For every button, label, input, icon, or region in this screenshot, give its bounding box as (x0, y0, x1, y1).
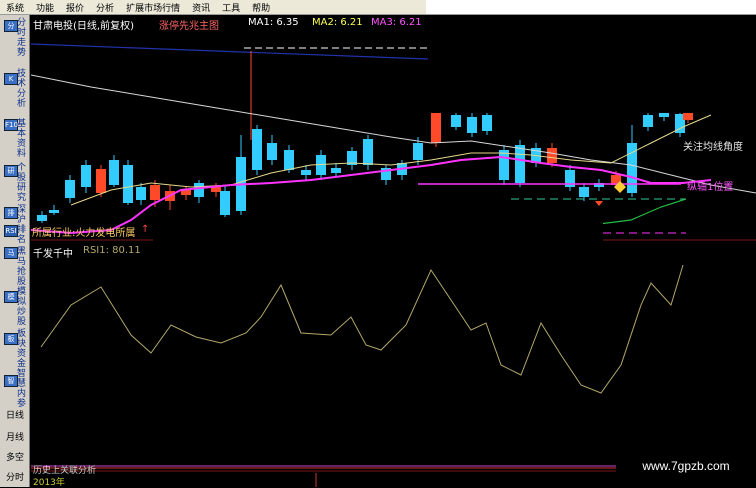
candle-40 (659, 113, 669, 117)
candle-35 (579, 187, 589, 197)
candle-5 (109, 160, 119, 185)
sector-funds-icon: 板 (4, 333, 18, 345)
menu-quote[interactable]: 报价 (60, 1, 90, 14)
darkhorse-icon: 马 (4, 247, 18, 259)
candle-15 (252, 129, 262, 170)
ma1-value: MA1: 6.35 (248, 17, 299, 28)
candle-17 (284, 150, 294, 170)
candle-1 (49, 210, 59, 213)
menu-bar: 系统 功能 报价 分析 扩展市场行情 资讯 工具 帮助 (0, 0, 756, 15)
masked-region-top-right (428, 15, 756, 113)
menu-analysis[interactable]: 分析 (90, 1, 120, 14)
menu-info[interactable]: 资讯 (186, 1, 216, 14)
industry-label: 所属行业:火力发电所属 (32, 228, 136, 239)
candle-3 (81, 165, 91, 187)
watch-ma-angle-note: 关注均线角度 (683, 142, 743, 153)
menu-tools[interactable]: 工具 (216, 1, 246, 14)
candle-31 (515, 145, 525, 183)
boost-arrow: ↑ (141, 224, 150, 235)
menu-help[interactable]: 帮助 (246, 1, 276, 14)
rsi-icon: RSI (4, 225, 18, 237)
research-icon: 研 (4, 165, 18, 177)
indicator-name[interactable]: 涨停先兆主图 (159, 17, 219, 32)
signal-triangle (595, 201, 603, 206)
menu-bar-blank (426, 0, 756, 14)
candle-7 (136, 187, 146, 200)
menu-system[interactable]: 系统 (0, 1, 30, 14)
candle-28 (467, 117, 477, 133)
date-axis-label: 2013年 (33, 478, 65, 488)
menu-extended-market[interactable]: 扩展市场行情 (120, 1, 186, 14)
ma3-value: MA3: 6.21 (371, 17, 422, 28)
candle-25 (413, 143, 423, 160)
candle-4 (96, 169, 106, 193)
menu-function[interactable]: 功能 (30, 1, 60, 14)
candle-0 (37, 215, 47, 221)
sidebar-item-daily[interactable]: 日线 (2, 411, 28, 421)
candle-39 (643, 115, 653, 127)
fundamentals-icon: F10 (4, 119, 18, 131)
candle-16 (267, 143, 277, 160)
candle-6 (123, 165, 133, 203)
candle-29 (482, 115, 492, 131)
technical-icon: K (4, 73, 18, 85)
pivot-position-note: 纵轴1位置 (687, 182, 734, 193)
candle-13 (220, 191, 230, 215)
candle-2 (65, 180, 75, 198)
candle-8 (150, 185, 160, 200)
sidebar: 分 分时走势 K 技术分析 F10 基本资料 研 个股研究 排 深沪排名 RSI… (0, 15, 30, 487)
candle-27 (451, 115, 461, 127)
rsi-line (40, 264, 684, 394)
ranking-icon: 排 (4, 207, 18, 219)
chart-area: 甘肃电投(日线,前复权) 涨停先兆主图 MA1: 6.35 MA2: 6.21 … (31, 15, 756, 488)
candle-22 (363, 139, 373, 165)
sub-indicator-name[interactable]: 千发千中 (33, 245, 73, 260)
ma2-value: MA2: 6.21 (312, 17, 363, 28)
insight-icon: 智 (4, 375, 18, 387)
candle-26 (431, 113, 441, 143)
long-ma-line (31, 43, 429, 60)
candle-30 (499, 150, 509, 180)
rsi-value: RSI1: 80.11 (83, 245, 141, 256)
candle-20 (331, 168, 341, 173)
sidebar-item-monthly[interactable]: 月线 (2, 433, 28, 443)
watermark: www.7gpzb.com (616, 445, 756, 487)
stock-title: 甘肃电投(日线,前复权) (33, 21, 134, 32)
sidebar-item-minute[interactable]: 分时 (2, 473, 28, 483)
simulate-icon: 模 (4, 291, 18, 303)
candle-18 (301, 170, 311, 175)
intraday-icon: 分 (4, 20, 18, 32)
sidebar-item-longshort[interactable]: 多空 (2, 453, 28, 463)
candle-33 (547, 148, 557, 163)
green-trend-line (590, 198, 687, 226)
masked-region-middle (153, 217, 603, 269)
candle-11 (194, 183, 204, 197)
